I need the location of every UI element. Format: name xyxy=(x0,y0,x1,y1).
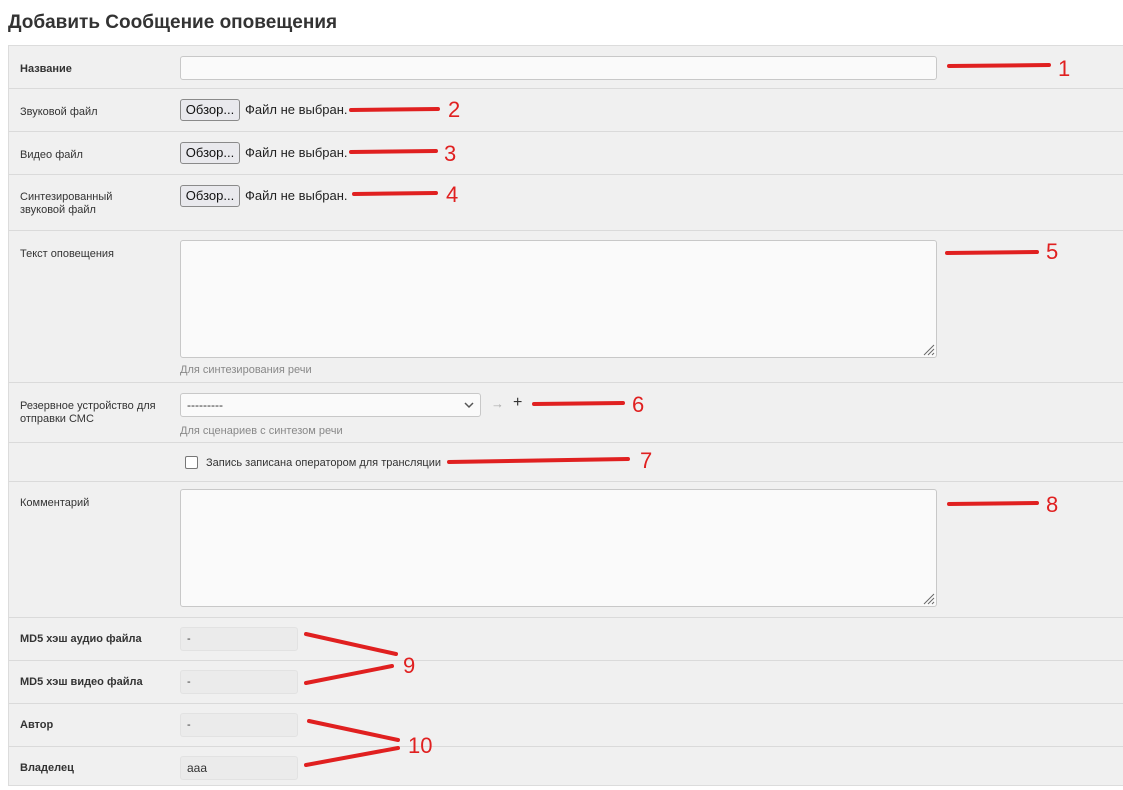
author-label: Автор xyxy=(20,719,54,731)
video-file-browse-button[interactable]: Обзор... xyxy=(180,142,240,164)
resize-grip-icon[interactable] xyxy=(922,592,935,605)
backup-device-open-link[interactable]: → xyxy=(491,396,504,411)
alert-message-form: Название Звуковой файл Обзор... Файл не … xyxy=(8,45,1123,786)
author-value: - xyxy=(180,713,298,737)
md5-video-value: - xyxy=(180,670,298,694)
md5-video-label: MD5 хэш видео файла xyxy=(20,676,143,688)
row-alert-text: Текст оповещения Для синтезирования речи xyxy=(9,231,1123,383)
sound-file-status: Файл не выбран. xyxy=(245,102,348,117)
row-comment: Комментарий xyxy=(9,482,1123,618)
sound-file-browse-button[interactable]: Обзор... xyxy=(180,99,240,121)
callout-number-1: 1 xyxy=(1058,56,1071,81)
backup-device-add-button[interactable]: + xyxy=(513,394,522,412)
callout-number-5: 5 xyxy=(1046,239,1059,264)
row-name: Название xyxy=(9,46,1123,89)
page-title: Добавить Сообщение оповещения xyxy=(8,12,338,33)
callout-number-7: 7 xyxy=(640,448,653,473)
comment-label: Комментарий xyxy=(20,497,90,509)
backup-device-label-line2: отправки СМС xyxy=(20,413,94,425)
callout-number-3: 3 xyxy=(444,141,457,166)
row-md5-audio: MD5 хэш аудио файла - xyxy=(9,618,1123,661)
operator-record-checkbox[interactable] xyxy=(185,456,198,469)
name-label: Название xyxy=(20,63,72,75)
row-owner: Владелец aaa xyxy=(9,747,1123,787)
row-operator-record: Запись записана оператором для трансляци… xyxy=(9,443,1123,482)
synth-file-label-line1: Синтезированный xyxy=(20,191,113,203)
row-author: Автор - xyxy=(9,704,1123,747)
chevron-down-icon xyxy=(464,402,474,409)
video-file-status: Файл не выбран. xyxy=(245,145,348,160)
backup-device-selected: --------- xyxy=(187,398,223,412)
alert-text-label: Текст оповещения xyxy=(20,248,114,260)
synth-file-label-line2: звуковой файл xyxy=(20,204,96,216)
backup-device-help: Для сценариев с синтезом речи xyxy=(180,425,343,437)
row-video-file: Видео файл Обзор... Файл не выбран. xyxy=(9,132,1123,175)
callout-number-10: 10 xyxy=(408,733,433,758)
backup-device-label-line1: Резервное устройство для xyxy=(20,400,156,412)
backup-device-select[interactable]: --------- xyxy=(180,393,481,417)
name-input[interactable] xyxy=(180,56,937,80)
md5-audio-value: - xyxy=(180,627,298,651)
owner-label: Владелец xyxy=(20,762,74,774)
alert-text-help: Для синтезирования речи xyxy=(180,364,312,376)
owner-value: aaa xyxy=(180,756,298,780)
synth-file-label: Синтезированный звуковой файл xyxy=(20,191,112,217)
md5-audio-label: MD5 хэш аудио файла xyxy=(20,633,142,645)
callout-number-4: 4 xyxy=(446,182,459,207)
alert-text-textarea[interactable] xyxy=(180,240,937,358)
callout-number-9: 9 xyxy=(403,653,416,678)
sound-file-label: Звуковой файл xyxy=(20,106,98,118)
comment-textarea[interactable] xyxy=(180,489,937,607)
row-md5-video: MD5 хэш видео файла - xyxy=(9,661,1123,704)
operator-record-label[interactable]: Запись записана оператором для трансляци… xyxy=(206,457,441,469)
callout-number-2: 2 xyxy=(448,97,461,122)
callout-number-8: 8 xyxy=(1046,492,1059,517)
row-backup-device: Резервное устройство для отправки СМС --… xyxy=(9,383,1123,443)
callout-number-6: 6 xyxy=(632,392,645,417)
resize-grip-icon[interactable] xyxy=(922,343,935,356)
synth-file-browse-button[interactable]: Обзор... xyxy=(180,185,240,207)
backup-device-label: Резервное устройство для отправки СМС xyxy=(20,400,156,426)
synth-file-status: Файл не выбран. xyxy=(245,188,348,203)
row-sound-file: Звуковой файл Обзор... Файл не выбран. xyxy=(9,89,1123,132)
row-synth-file: Синтезированный звуковой файл Обзор... Ф… xyxy=(9,175,1123,231)
video-file-label: Видео файл xyxy=(20,149,83,161)
